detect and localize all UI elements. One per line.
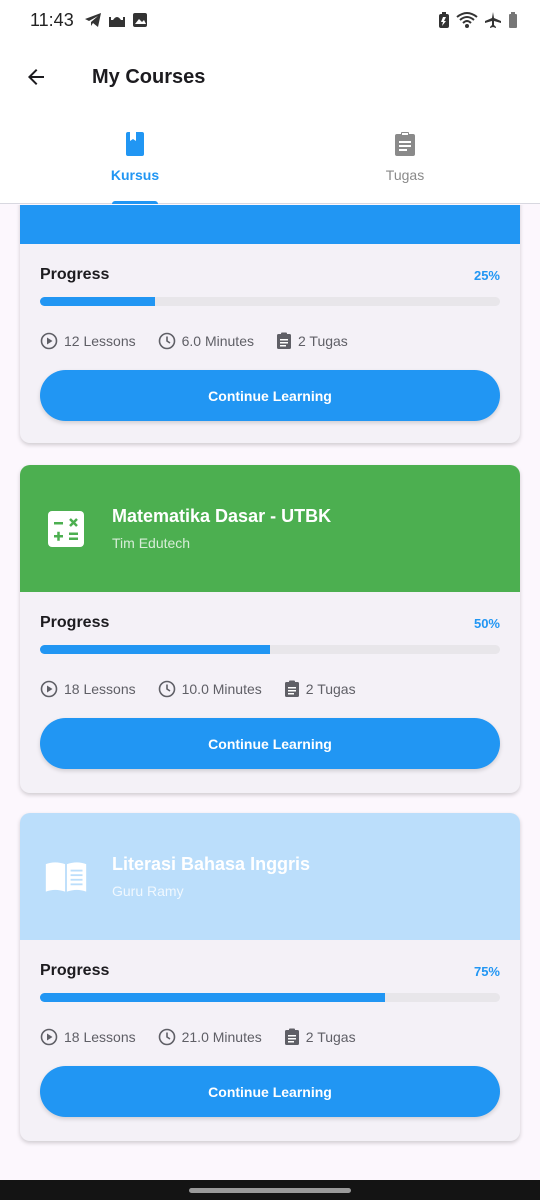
image-icon <box>132 13 147 27</box>
battery-icon <box>509 12 517 28</box>
duration: 21.0 Minutes <box>181 1029 262 1045</box>
play-circle-icon <box>40 332 58 350</box>
mosque-icon <box>108 17 125 27</box>
course-card-body: Progress 75% 18 Lessons 21.0 Minutes 2 T… <box>20 940 520 1141</box>
tasks-count: 2 Tugas <box>297 333 348 349</box>
progress-percent: 25% <box>473 267 500 283</box>
tab-kursus[interactable]: Kursus <box>0 114 270 204</box>
progress-bar <box>40 297 500 306</box>
continue-learning-button[interactable]: Continue Learning <box>40 370 500 421</box>
tasks-count: 2 Tugas <box>305 1029 356 1045</box>
tab-tugas[interactable]: Tugas <box>270 114 540 203</box>
gesture-handle[interactable] <box>189 1187 351 1193</box>
telegram-icon <box>84 13 101 27</box>
course-card-body: Progress 50% 18 Lessons 10.0 Minutes 2 T… <box>20 592 520 793</box>
lessons-count: 18 Lessons <box>64 681 136 697</box>
course-card-header: Matematika Dasar - UTBK Tim Edutech <box>20 465 520 592</box>
course-list[interactable]: Progress 25% 12 Lessons 6.0 Minutes 2 Tu… <box>0 205 540 1180</box>
clock-icon <box>158 680 175 698</box>
progress-bar <box>40 645 500 654</box>
progress-percent: 75% <box>473 963 500 979</box>
tab-tugas-label: Tugas <box>385 167 425 183</box>
course-card: Literasi Bahasa Inggris Guru Ramy Progre… <box>20 813 520 1141</box>
course-card-body: Progress 25% 12 Lessons 6.0 Minutes 2 Tu… <box>20 244 520 443</box>
calculator-icon <box>48 510 84 547</box>
course-author: Guru Ramy <box>112 883 184 899</box>
progress-bar <box>40 993 500 1002</box>
clock-icon <box>158 1028 175 1046</box>
book-icon <box>126 132 144 156</box>
tab-indicator <box>112 201 158 204</box>
progress-bar-fill <box>40 645 270 654</box>
lessons-count: 12 Lessons <box>64 333 136 349</box>
course-card-header: Literasi Bahasa Inggris Guru Ramy <box>20 813 520 940</box>
system-nav-bar <box>0 1180 540 1200</box>
course-title: Literasi Bahasa Inggris <box>112 854 311 874</box>
progress-bar-fill <box>40 993 385 1002</box>
tasks-count: 2 Tugas <box>305 681 356 697</box>
course-author: Tim Edutech <box>112 535 191 551</box>
course-title: Matematika Dasar - UTBK <box>112 506 332 526</box>
wifi-icon <box>456 12 478 28</box>
assignment-icon <box>284 680 299 697</box>
play-circle-icon <box>40 1028 58 1046</box>
app-bar: My Courses <box>0 40 540 114</box>
continue-learning-button[interactable]: Continue Learning <box>40 718 500 769</box>
battery-saver-icon <box>439 12 449 28</box>
duration: 10.0 Minutes <box>181 681 262 697</box>
progress-label: Progress <box>40 962 110 979</box>
status-bar: 11:43 <box>0 0 540 40</box>
tab-kursus-label: Kursus <box>110 167 160 183</box>
assignment-icon <box>284 1028 299 1045</box>
duration: 6.0 Minutes <box>181 333 254 349</box>
progress-bar-fill <box>40 297 155 306</box>
tab-bar: Kursus Tugas <box>0 114 540 204</box>
back-button[interactable] <box>0 40 72 114</box>
progress-label: Progress <box>40 614 110 631</box>
page-title: My Courses <box>92 65 206 88</box>
arrow-back-icon <box>28 69 44 85</box>
course-card-header <box>20 205 520 244</box>
lessons-count: 18 Lessons <box>64 1029 136 1045</box>
course-card: Progress 25% 12 Lessons 6.0 Minutes 2 Tu… <box>20 205 520 443</box>
clipboard-icon <box>395 132 415 156</box>
airplane-icon <box>485 12 501 28</box>
open-book-icon <box>45 861 87 892</box>
status-time: 11:43 <box>30 9 74 30</box>
progress-label: Progress <box>40 266 110 283</box>
play-circle-icon <box>40 680 58 698</box>
progress-percent: 50% <box>473 615 500 631</box>
assignment-icon <box>276 332 291 349</box>
clock-icon <box>158 332 175 350</box>
continue-learning-button[interactable]: Continue Learning <box>40 1066 500 1117</box>
course-card: Matematika Dasar - UTBK Tim Edutech Prog… <box>20 465 520 793</box>
